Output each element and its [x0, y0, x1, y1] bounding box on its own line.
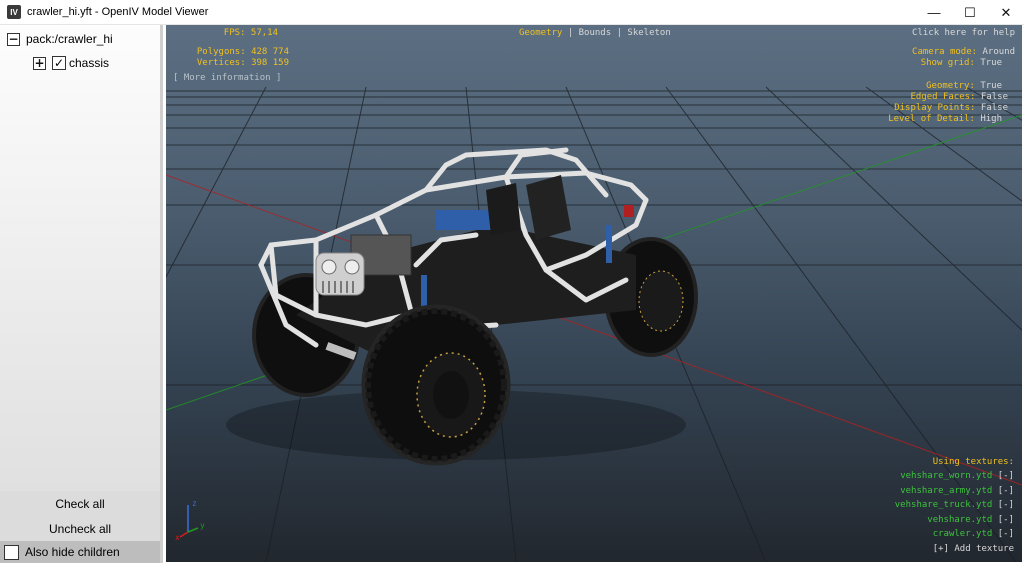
- also-hide-children-label: Also hide children: [25, 545, 120, 559]
- title-bar: IV crawler_hi.yft - OpenIV Model Viewer …: [0, 0, 1024, 25]
- texture-name[interactable]: vehshare_worn.ytd: [900, 471, 992, 481]
- tree-node-root-label[interactable]: pack:/crawler_hi: [26, 32, 113, 46]
- axis-y-label: y: [200, 521, 205, 530]
- model-tree-panel: − pack:/crawler_hi + ✓ chassis Check all…: [0, 25, 163, 563]
- tab-skeleton[interactable]: Skeleton: [627, 28, 670, 38]
- window-title: crawler_hi.yft - OpenIV Model Viewer: [27, 6, 209, 18]
- texture-list: vehshare_worn.ytd [-] vehshare_army.ytd …: [895, 471, 1014, 558]
- fps-label: FPS:: [223, 28, 246, 38]
- remove-texture-button[interactable]: [-]: [998, 471, 1014, 481]
- textures-header: Using textures:: [932, 457, 1014, 467]
- level-of-detail-label: Level of Detail:: [888, 114, 975, 124]
- level-of-detail-setting[interactable]: Level of Detail: High: [888, 114, 1002, 124]
- texture-item: crawler.ytd [-]: [895, 529, 1014, 544]
- maximize-button[interactable]: ☐: [952, 0, 988, 25]
- view-mode-tabs: Geometry | Bounds | Skeleton: [519, 28, 671, 38]
- geometry-setting[interactable]: Geometry: True: [926, 81, 1002, 91]
- display-points-label: Display Points:: [894, 103, 976, 113]
- axis-x-label: x: [175, 533, 180, 542]
- camera-mode-label: Camera mode:: [912, 47, 978, 57]
- texture-name[interactable]: vehshare_truck.ytd: [895, 500, 993, 510]
- remove-texture-button[interactable]: [-]: [998, 515, 1014, 525]
- crawler-model: [226, 147, 698, 466]
- collapse-icon[interactable]: −: [7, 32, 20, 46]
- display-points-setting[interactable]: Display Points: False: [894, 103, 1008, 113]
- camera-mode-setting[interactable]: Camera mode: Around: [912, 47, 1015, 57]
- camera-mode-value[interactable]: Around: [982, 47, 1015, 57]
- check-all-button[interactable]: Check all: [0, 491, 160, 516]
- edged-faces-setting[interactable]: Edged Faces: False: [910, 92, 1008, 102]
- close-button[interactable]: ✕: [988, 0, 1024, 25]
- axis-gizmo: [179, 505, 199, 538]
- uncheck-all-button[interactable]: Uncheck all: [0, 516, 160, 541]
- tree-node-root[interactable]: − pack:/crawler_hi: [7, 32, 113, 46]
- fps-value: 57,14: [250, 28, 278, 38]
- vertices-label: Vertices:: [196, 58, 246, 68]
- tab-bounds[interactable]: Bounds: [579, 28, 612, 38]
- fps-readout: FPS: 57,14: [224, 28, 278, 38]
- expand-icon[interactable]: +: [33, 56, 46, 70]
- 3d-viewport[interactable]: z x y FPS: 57,14 Polygons: 428 774 Verti…: [166, 25, 1022, 562]
- remove-texture-button[interactable]: [-]: [998, 529, 1014, 539]
- texture-item: vehshare_truck.ytd [-]: [895, 500, 1014, 515]
- show-grid-label: Show grid:: [920, 58, 975, 68]
- edged-faces-value[interactable]: False: [981, 92, 1008, 102]
- also-hide-children-checkbox[interactable]: [4, 544, 19, 560]
- level-of-detail-value[interactable]: High: [980, 114, 1002, 124]
- minimize-button[interactable]: —: [916, 0, 952, 25]
- add-texture-button[interactable]: [+] Add texture: [895, 544, 1014, 559]
- tab-separator: |: [616, 28, 622, 38]
- vertices-value: 398 159: [251, 58, 289, 68]
- tree-node-chassis[interactable]: + ✓ chassis: [33, 56, 109, 70]
- polygons-label: Polygons:: [196, 47, 246, 57]
- tab-separator: |: [567, 28, 574, 38]
- tree-node-chassis-label[interactable]: chassis: [69, 56, 109, 70]
- show-grid-setting[interactable]: Show grid: True: [921, 58, 1002, 68]
- polygons-value: 428 774: [251, 47, 289, 57]
- texture-item: vehshare_worn.ytd [-]: [895, 471, 1014, 486]
- remove-texture-button[interactable]: [-]: [998, 500, 1014, 510]
- axis-z-label: z: [192, 499, 197, 508]
- show-grid-value[interactable]: True: [980, 58, 1002, 68]
- texture-item: vehshare_army.ytd [-]: [895, 486, 1014, 501]
- app-icon: IV: [7, 5, 21, 19]
- help-link[interactable]: Click here for help: [912, 28, 1015, 38]
- texture-name[interactable]: crawler.ytd: [933, 529, 993, 539]
- geometry-label: Geometry:: [926, 81, 975, 91]
- polygons-readout: Polygons: 428 774: [197, 47, 289, 57]
- texture-name[interactable]: vehshare_army.ytd: [900, 486, 992, 496]
- edged-faces-label: Edged Faces:: [910, 92, 976, 102]
- geometry-value[interactable]: True: [980, 81, 1002, 91]
- remove-texture-button[interactable]: [-]: [998, 486, 1014, 496]
- texture-name[interactable]: vehshare.ytd: [927, 515, 992, 525]
- texture-item: vehshare.ytd [-]: [895, 515, 1014, 530]
- tab-geometry[interactable]: Geometry: [519, 28, 562, 38]
- display-points-value[interactable]: False: [981, 103, 1008, 113]
- more-information-link[interactable]: [ More information ]: [173, 73, 281, 83]
- chassis-checkbox[interactable]: ✓: [52, 56, 66, 70]
- also-hide-children-toggle[interactable]: Also hide children: [0, 541, 160, 563]
- window-controls: — ☐ ✕: [916, 0, 1024, 25]
- vertices-readout: Vertices: 398 159: [197, 58, 289, 68]
